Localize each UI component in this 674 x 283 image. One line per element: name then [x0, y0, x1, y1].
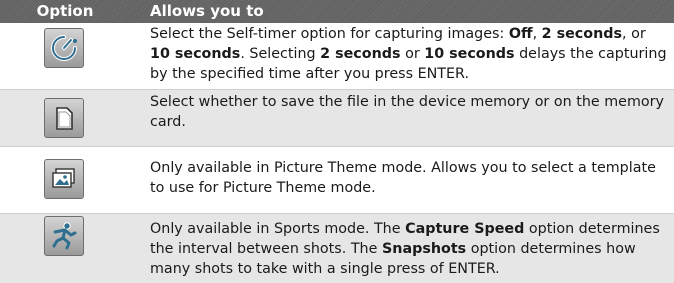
options-table: Option Allows you to Select the Self-tim… [0, 0, 674, 283]
description-text: Only available in Picture Theme mode. Al… [150, 160, 656, 196]
row-description: Select whether to save the file in the d… [150, 92, 670, 132]
bold-term: 2 seconds [541, 26, 623, 42]
table-header: Option Allows you to [0, 0, 674, 23]
row-description: Select the Self-timer option for capturi… [150, 24, 670, 84]
storage-card-icon [44, 98, 84, 138]
description-text: Only available in Sports mode. The [150, 221, 406, 237]
sports-mode-icon [44, 216, 84, 256]
description-text: Select whether to save the file in the d… [150, 94, 664, 130]
bold-term: 2 seconds [320, 46, 401, 62]
bold-term: Snapshots [381, 241, 467, 257]
description-text: Select the Self-timer option for capturi… [150, 26, 509, 42]
description-text: . Selecting [240, 46, 321, 62]
table-row-storage: Select whether to save the file in the d… [0, 90, 674, 146]
bold-term: Capture Speed [405, 221, 525, 237]
row-description: Only available in Sports mode. The Captu… [150, 219, 670, 279]
table-row-sports: Only available in Sports mode. The Captu… [0, 214, 674, 283]
description-text: , or [622, 26, 646, 42]
bold-term: Off [508, 26, 533, 42]
table-row-picture-theme: Only available in Picture Theme mode. Al… [0, 147, 674, 213]
header-allows-you-to: Allows you to [150, 2, 264, 20]
description-text: , [532, 26, 542, 42]
row-description: Only available in Picture Theme mode. Al… [150, 158, 670, 198]
picture-theme-icon [44, 159, 84, 199]
bold-term: 10 seconds [424, 46, 515, 62]
description-text: or [400, 46, 425, 62]
bold-term: 10 seconds [150, 46, 241, 62]
table-row-self-timer: Select the Self-timer option for capturi… [0, 23, 674, 89]
header-option: Option [36, 2, 94, 20]
self-timer-icon [44, 28, 84, 68]
